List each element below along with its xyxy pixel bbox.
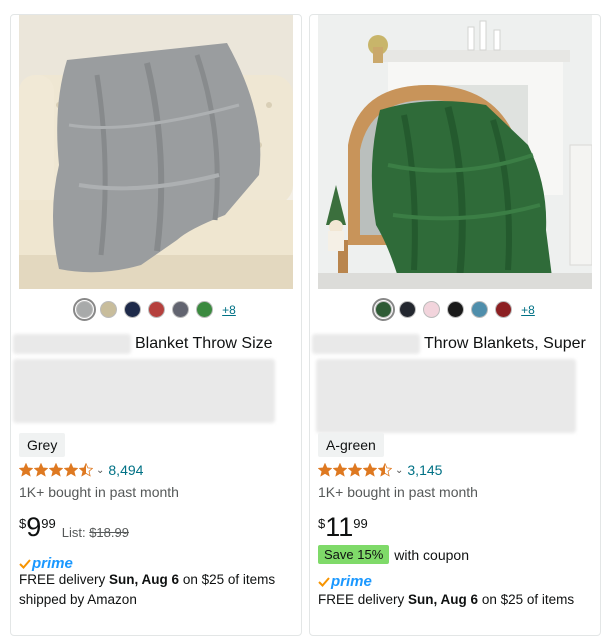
blurred-title-text: [312, 334, 420, 354]
more-colors-link[interactable]: +8: [222, 303, 236, 317]
rating[interactable]: ⌄ 8,494: [19, 462, 143, 478]
color-swatch[interactable]: [372, 298, 396, 321]
price-whole: 9: [26, 512, 42, 542]
delivery-prefix: FREE delivery: [318, 592, 405, 607]
blurred-title-lines: [316, 359, 576, 433]
list-price-value: $18.99: [89, 525, 129, 540]
list-label: List:: [61, 525, 86, 540]
color-swatch[interactable]: [495, 301, 513, 318]
product-title-text[interactable]: Blanket Throw Size: [135, 333, 273, 355]
check-icon: [19, 558, 31, 569]
rating[interactable]: ⌄ 3,145: [318, 462, 442, 478]
color-swatch[interactable]: [148, 301, 166, 318]
color-swatch[interactable]: [423, 301, 441, 318]
color-swatch[interactable]: [100, 301, 118, 318]
star-icon: [348, 463, 362, 477]
star-icon: [363, 463, 377, 477]
variant-label: Grey: [19, 433, 66, 457]
chevron-down-icon[interactable]: ⌄: [96, 465, 104, 476]
product-image[interactable]: [19, 15, 293, 289]
product-title[interactable]: Throw Blankets, Super: [310, 333, 600, 355]
star-icon: [378, 463, 392, 477]
star-rating-icon[interactable]: [19, 463, 93, 477]
check-icon: [318, 576, 330, 587]
bought-count: 1K+ bought in past month: [19, 484, 179, 500]
star-icon: [318, 463, 332, 477]
price[interactable]: $ 11 99: [318, 513, 368, 541]
color-swatch[interactable]: [447, 301, 465, 318]
delivery-suffix: on $25 of items: [481, 592, 575, 607]
coupon-badge[interactable]: Save 15%: [318, 545, 390, 564]
color-swatch[interactable]: [196, 301, 214, 318]
star-icon: [333, 463, 347, 477]
delivery-date: Sun, Aug 6: [408, 592, 479, 607]
prime-label: prime: [331, 573, 372, 590]
star-icon: [19, 463, 33, 477]
product-title[interactable]: Blanket Throw Size: [11, 333, 301, 355]
price-whole: 11: [325, 512, 354, 542]
color-swatch[interactable]: [172, 301, 190, 318]
product-card[interactable]: +8 Throw Blankets, Super A-green ⌄ 3,145…: [309, 14, 601, 636]
star-icon: [34, 463, 48, 477]
coupon-text: with coupon: [394, 546, 469, 563]
price-fraction: 99: [353, 516, 368, 531]
color-swatches: +8: [310, 298, 600, 321]
product-title-text[interactable]: Throw Blankets, Super: [424, 333, 586, 355]
star-icon: [49, 463, 63, 477]
delivery-date: Sun, Aug 6: [109, 572, 180, 587]
star-icon: [64, 463, 78, 477]
product-image[interactable]: [318, 15, 592, 289]
bought-count: 1K+ bought in past month: [318, 484, 478, 500]
price-fraction: 99: [41, 516, 56, 531]
price[interactable]: $ 9 99 List: $18.99: [19, 513, 129, 541]
delivery-info: FREE delivery Sun, Aug 6 on $25 of items…: [19, 570, 294, 610]
star-icon: [79, 463, 93, 477]
variant-label: A-green: [318, 433, 384, 457]
color-swatch[interactable]: [124, 301, 142, 318]
color-swatch[interactable]: [73, 298, 97, 321]
rating-count[interactable]: 8,494: [108, 462, 143, 478]
prime-badge: prime: [318, 573, 372, 590]
price-symbol: $: [19, 516, 27, 531]
chevron-down-icon[interactable]: ⌄: [395, 465, 403, 476]
delivery-info: FREE delivery Sun, Aug 6 on $25 of items: [318, 590, 593, 610]
delivery-prefix: FREE delivery: [19, 572, 106, 587]
price-symbol: $: [318, 516, 326, 531]
blurred-title-text: [13, 334, 131, 354]
blurred-title-lines: [13, 359, 275, 423]
rating-count[interactable]: 3,145: [407, 462, 442, 478]
list-price: List: $18.99: [62, 525, 129, 540]
color-swatch[interactable]: [399, 301, 417, 318]
product-card[interactable]: +8 Blanket Throw Size Grey ⌄ 8,494 1K+ b…: [10, 14, 302, 636]
color-swatches: +8: [11, 298, 301, 321]
more-colors-link[interactable]: +8: [521, 303, 535, 317]
star-rating-icon[interactable]: [318, 463, 392, 477]
color-swatch[interactable]: [471, 301, 489, 318]
coupon[interactable]: Save 15% with coupon: [318, 545, 469, 564]
